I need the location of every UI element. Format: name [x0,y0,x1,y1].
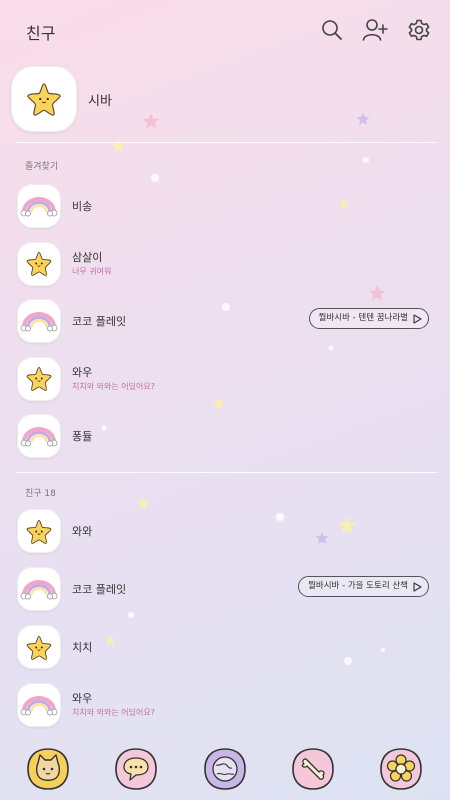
page-title: 친구 [26,24,56,43]
shopping-tab-icon[interactable] [291,747,335,791]
star-character-icon [26,519,52,544]
friend-name: 코코 플레잇 [72,582,127,596]
avatar [17,299,61,343]
profile-music-label: 뭘바시바 - 가을 도토리 산책 [308,581,408,591]
rainbow-icon [20,197,58,217]
star-character-icon [26,366,52,391]
openchat-tab-icon[interactable] [203,747,247,791]
divider [16,472,437,473]
search-icon[interactable] [319,17,345,43]
friends-section-label: 친구 18 [25,489,56,499]
friend-row[interactable]: 삼살이너무 귀여워 [17,241,432,287]
friend-text: 비송 [72,199,92,214]
friend-text: 코코 플레잇 [72,582,126,597]
profile-name: 시바 [88,93,112,109]
friend-text: 와우치치와 와와는 어딨어요? [72,365,155,393]
friend-text: 와우치치와 와와는 어딨어요? [72,691,155,719]
friend-name: 와우 [72,365,93,379]
add-friend-icon[interactable] [362,17,388,43]
avatar [17,414,61,458]
friend-row[interactable]: 퐁듈 [17,413,432,459]
friend-text: 치치 [72,640,92,655]
avatar [17,241,61,286]
rainbow-icon [20,427,58,447]
play-icon [413,582,422,592]
friend-name: 와와 [72,524,93,538]
friend-row[interactable]: 코코 플레잇 뭘바시바 - 텐텐 꿈나라별 [17,298,432,344]
friend-row[interactable]: 치치 [17,624,432,670]
rainbow-icon [20,580,58,600]
settings-icon[interactable] [406,17,432,43]
avatar [17,184,61,228]
star-character-icon [27,83,61,116]
star-character-icon [26,635,52,660]
friend-row[interactable]: 와우치치와 와와는 어딨어요? [17,682,432,728]
friend-text: 와와 [72,524,92,539]
profile-music-label: 뭘바시바 - 텐텐 꿈나라별 [318,313,408,323]
avatar [17,625,61,669]
chat-tab-icon[interactable] [114,747,158,791]
friend-row[interactable]: 와우치치와 와와는 어딨어요? [17,356,432,402]
friend-status-message: 치치와 와와는 어딨어요? [72,708,155,717]
avatar [17,567,61,611]
rainbow-icon [20,312,58,332]
friend-text: 퐁듈 [72,429,92,444]
star-character-icon [26,251,52,276]
friend-row[interactable]: 와와 [17,508,432,554]
friend-status-message: 너무 귀여워 [72,266,112,276]
friend-text: 코코 플레잇 [72,314,126,329]
play-icon [413,314,422,324]
bottom-nav [0,738,450,800]
header: 친구 [0,0,450,60]
more-tab-icon[interactable] [379,747,423,791]
friend-name: 삼살이 [72,250,103,264]
my-profile[interactable]: 시바 [11,66,431,132]
friend-name: 비송 [72,199,93,213]
friend-name: 코코 플레잇 [72,314,127,328]
friend-text: 삼살이너무 귀여워 [72,250,111,278]
profile-music-button[interactable]: 뭘바시바 - 가을 도토리 산책 [298,576,429,597]
avatar [17,356,61,401]
rainbow-icon [20,696,58,716]
friend-name: 치치 [72,640,93,654]
friend-row[interactable]: 비송 [17,183,432,229]
avatar [17,683,61,727]
friend-row[interactable]: 코코 플레잇 뭘바시바 - 가을 도토리 산책 [17,566,432,612]
favorites-section-label: 즐겨찾기 [25,162,59,172]
friend-name: 와우 [72,692,93,705]
profile-music-button[interactable]: 뭘바시바 - 텐텐 꿈나라별 [308,308,429,329]
friends-tab-icon[interactable] [26,747,70,791]
divider [16,142,437,143]
avatar [11,66,77,132]
friend-status-message: 치치와 와와는 어딨어요? [72,381,155,391]
avatar [17,509,61,553]
friend-name: 퐁듈 [72,429,93,443]
